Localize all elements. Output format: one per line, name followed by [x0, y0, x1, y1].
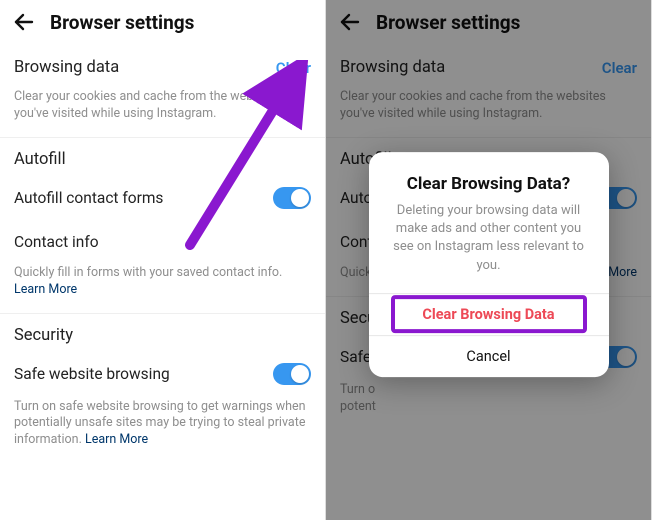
header: Browser settings — [0, 0, 325, 48]
browsing-data-row: Browsing data Clear — [0, 48, 325, 87]
autofill-contact-forms-label: Autofill contact forms — [14, 189, 163, 207]
dialog-cancel-button[interactable]: Cancel — [369, 335, 609, 377]
security-desc-text: Turn on safe website browsing to get war… — [14, 399, 306, 448]
safe-browsing-label: Safe website browsing — [14, 365, 170, 383]
autofill-contact-forms-toggle[interactable] — [273, 187, 311, 209]
autofill-learn-more-link[interactable]: Learn More — [14, 282, 77, 297]
clear-browsing-data-link[interactable]: Clear — [276, 59, 311, 77]
screenshot-right: Browser settings Browsing data Clear Cle… — [326, 0, 652, 520]
security-learn-more-link[interactable]: Learn More — [85, 432, 148, 447]
dialog-confirm-button[interactable]: Clear Browsing Data — [369, 293, 609, 335]
safe-browsing-row[interactable]: Safe website browsing — [0, 351, 325, 397]
security-desc: Turn on safe website browsing to get war… — [0, 397, 325, 464]
back-arrow-icon[interactable] — [12, 10, 36, 34]
page-title: Browser settings — [50, 11, 194, 34]
browsing-data-desc: Clear your cookies and cache from the we… — [0, 87, 325, 137]
contact-info-label: Contact info — [14, 233, 99, 251]
security-section: Security — [0, 314, 325, 351]
autofill-desc: Quickly fill in forms with your saved co… — [0, 263, 325, 313]
dialog-title: Clear Browsing Data? — [387, 174, 591, 194]
dialog-message: Deleting your browsing data will make ad… — [387, 202, 591, 275]
dialog-body: Clear Browsing Data? Deleting your brows… — [369, 152, 609, 293]
contact-info-row[interactable]: Contact info — [0, 221, 325, 263]
autofill-desc-text: Quickly fill in forms with your saved co… — [14, 265, 282, 280]
clear-browsing-data-dialog: Clear Browsing Data? Deleting your brows… — [369, 152, 609, 377]
safe-browsing-toggle[interactable] — [273, 363, 311, 385]
autofill-section: Autofill — [0, 138, 325, 175]
browsing-data-label: Browsing data — [14, 58, 119, 77]
screenshot-left: Browser settings Browsing data Clear Cle… — [0, 0, 326, 520]
autofill-contact-forms-row[interactable]: Autofill contact forms — [0, 175, 325, 221]
